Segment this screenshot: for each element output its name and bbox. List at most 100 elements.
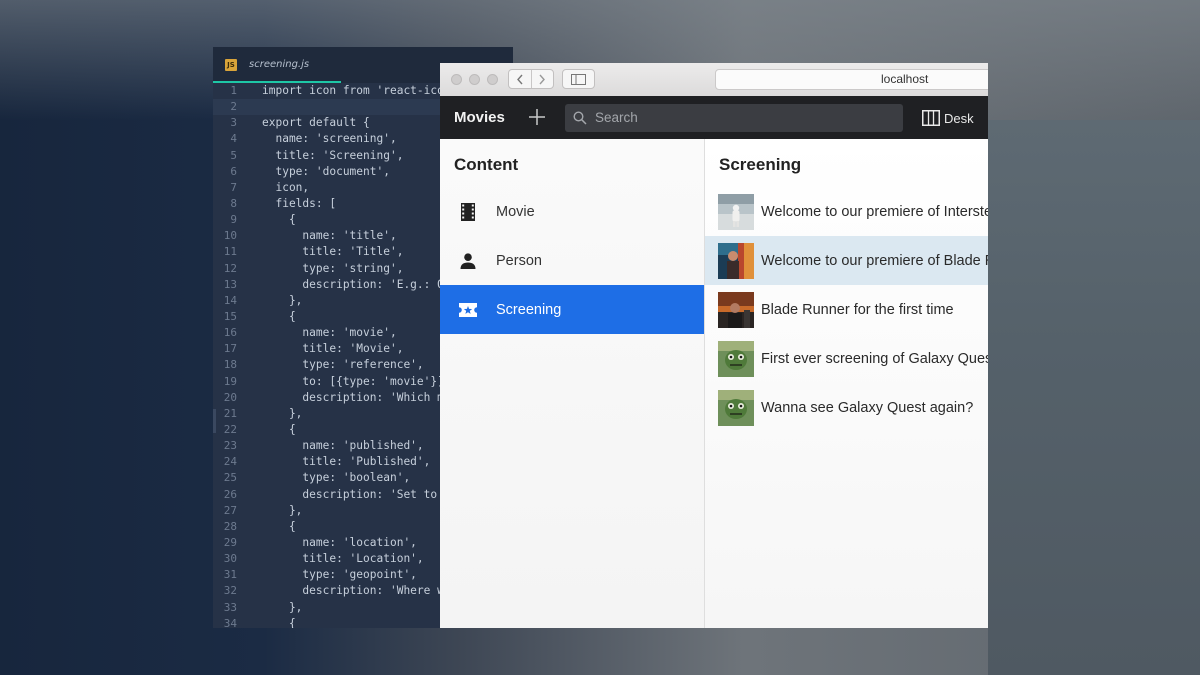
code-text: name: 'location', xyxy=(262,535,417,549)
code-text: { xyxy=(262,616,296,628)
history-buttons xyxy=(508,69,554,89)
line-number: 15 xyxy=(223,309,237,323)
line-number: 23 xyxy=(223,439,237,453)
code-text: type: 'string', xyxy=(262,261,404,275)
line-number: 26 xyxy=(223,487,237,501)
window-minimize-button[interactable] xyxy=(469,74,480,85)
window-close-button[interactable] xyxy=(451,74,462,85)
code-text: fields: [ xyxy=(262,196,337,210)
line-number: 30 xyxy=(223,552,237,566)
browser-window: localhost Movies Search Desk Content Mov… xyxy=(440,63,988,628)
type-item-person[interactable]: Person xyxy=(440,236,704,285)
search-field[interactable]: Search xyxy=(565,104,903,132)
poster-thumbnail xyxy=(718,193,754,230)
code-text: name: 'movie', xyxy=(262,326,397,340)
code-text: type: 'document', xyxy=(262,164,390,178)
line-number: 32 xyxy=(223,584,237,598)
line-number: 16 xyxy=(223,326,237,340)
line-number: 19 xyxy=(223,374,237,388)
plus-icon xyxy=(529,109,545,125)
background-blur-right xyxy=(988,120,1200,675)
ticket-icon xyxy=(459,302,477,317)
line-number: 9 xyxy=(230,213,237,227)
type-item-label: Screening xyxy=(496,301,562,318)
poster-thumbnail xyxy=(718,242,754,279)
code-text: type: 'reference', xyxy=(262,358,424,372)
line-number: 34 xyxy=(223,616,237,628)
code-text: title: 'Title', xyxy=(262,245,404,259)
code-text: type: 'boolean', xyxy=(262,471,411,485)
code-text: { xyxy=(262,309,296,323)
chevron-right-icon xyxy=(539,74,546,84)
code-text: { xyxy=(262,422,296,436)
line-number: 33 xyxy=(223,600,237,614)
code-text: title: 'Movie', xyxy=(262,342,404,356)
document-title: Blade Runner for the first time xyxy=(761,301,954,318)
columns-icon xyxy=(922,110,940,126)
code-text: to: [{type: 'movie'}], xyxy=(262,374,451,388)
js-file-icon: JS xyxy=(225,59,237,71)
address-bar[interactable]: localhost xyxy=(715,69,988,90)
line-number: 5 xyxy=(230,148,237,162)
document-item[interactable]: First ever screening of Galaxy Quest xyxy=(705,334,988,383)
code-text: { xyxy=(262,519,296,533)
film-icon xyxy=(461,202,475,221)
code-text: title: 'Location', xyxy=(262,552,424,566)
browser-toolbar: localhost xyxy=(440,63,988,97)
line-number: 29 xyxy=(223,535,237,549)
line-number: 17 xyxy=(223,342,237,356)
line-number: 21 xyxy=(223,406,237,420)
create-new-button[interactable] xyxy=(528,108,546,126)
code-text: title: 'Published', xyxy=(262,455,431,469)
line-number: 10 xyxy=(223,229,237,243)
code-text: { xyxy=(262,213,296,227)
line-number: 20 xyxy=(223,390,237,404)
line-number: 11 xyxy=(223,245,237,259)
window-zoom-button[interactable] xyxy=(487,74,498,85)
document-item[interactable]: Welcome to our premiere of Interstellar xyxy=(705,187,988,236)
document-title: First ever screening of Galaxy Quest xyxy=(761,350,988,367)
type-item-movie[interactable]: Movie xyxy=(440,187,704,236)
poster-thumbnail xyxy=(718,389,754,426)
studio-navbar: Movies Search Desk xyxy=(440,96,988,139)
document-item[interactable]: Wanna see Galaxy Quest again? xyxy=(705,383,988,432)
document-title: Welcome to our premiere of Blade Runner xyxy=(761,252,988,269)
line-number: 12 xyxy=(223,261,237,275)
line-number: 3 xyxy=(230,116,237,130)
forward-button[interactable] xyxy=(530,70,554,88)
type-item-label: Movie xyxy=(496,203,535,220)
line-number: 18 xyxy=(223,358,237,372)
search-icon xyxy=(573,111,587,125)
document-title: Wanna see Galaxy Quest again? xyxy=(761,399,974,416)
sidebar-toggle-button[interactable] xyxy=(562,69,595,89)
content-pane-title: Content xyxy=(454,155,519,174)
line-number: 13 xyxy=(223,277,237,291)
line-number: 24 xyxy=(223,455,237,469)
desk-tool-button[interactable]: Desk xyxy=(922,108,974,128)
line-number: 28 xyxy=(223,519,237,533)
code-text: }, xyxy=(262,406,303,420)
line-number: 14 xyxy=(223,293,237,307)
document-title: Welcome to our premiere of Interstellar xyxy=(761,203,988,220)
documents-pane-title: Screening xyxy=(719,155,802,174)
poster-thumbnail xyxy=(718,291,754,328)
line-number: 4 xyxy=(230,132,237,146)
editor-scroll-marker xyxy=(213,409,216,433)
line-number: 7 xyxy=(230,180,237,194)
code-text: title: 'Screening', xyxy=(262,148,404,162)
document-item[interactable]: Blade Runner for the first time xyxy=(705,285,988,334)
back-button[interactable] xyxy=(509,70,531,88)
poster-thumbnail xyxy=(718,340,754,377)
line-number: 8 xyxy=(230,196,237,210)
code-text: icon, xyxy=(262,180,310,194)
type-item-label: Person xyxy=(496,252,542,269)
document-item[interactable]: Welcome to our premiere of Blade Runner xyxy=(705,236,988,285)
sidebar-icon xyxy=(571,73,586,85)
app-brand[interactable]: Movies xyxy=(454,109,505,126)
editor-file-name: screening.js xyxy=(249,59,310,70)
editor-file-tab[interactable]: JS screening.js xyxy=(213,47,341,83)
code-text: }, xyxy=(262,293,303,307)
line-number: 2 xyxy=(230,100,237,114)
type-item-screening[interactable]: Screening xyxy=(440,285,704,334)
desk-tool-label: Desk xyxy=(944,110,974,126)
